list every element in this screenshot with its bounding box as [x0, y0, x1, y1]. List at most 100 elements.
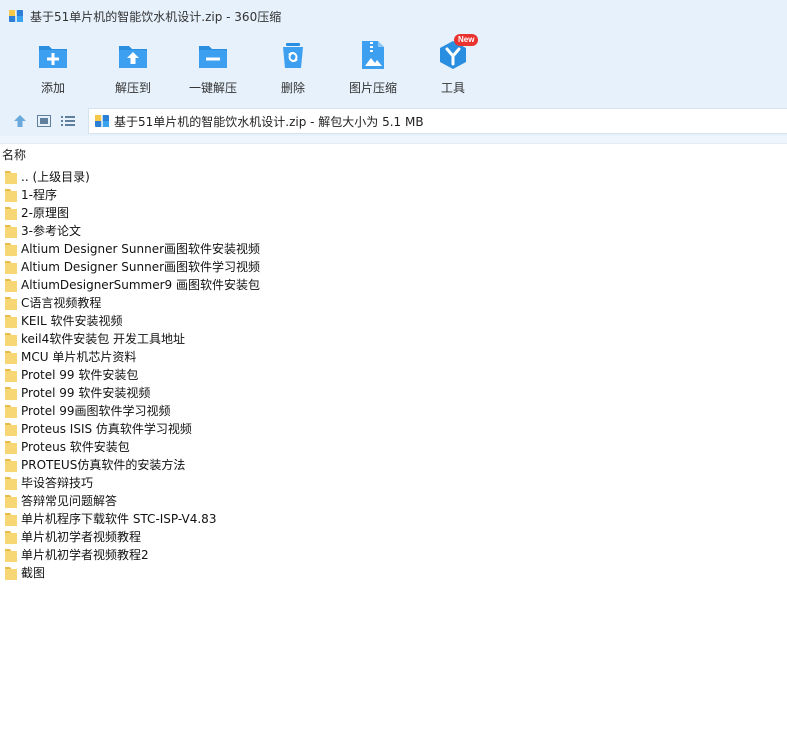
folder-icon — [4, 529, 18, 545]
folder-row[interactable]: AltiumDesignerSummer9 画图软件安装包 — [0, 276, 787, 294]
folder-icon — [4, 187, 18, 203]
folder-row[interactable]: 单片机初学者视频教程 — [0, 528, 787, 546]
folder-row[interactable]: 单片机初学者视频教程2 — [0, 546, 787, 564]
folder-row[interactable]: 截图 — [0, 564, 787, 582]
folder-icon — [4, 223, 18, 239]
folder-name: keil4软件安装包 开发工具地址 — [21, 332, 186, 346]
folder-icon — [4, 169, 18, 185]
separator — [0, 136, 787, 144]
extract-to-button[interactable]: 解压到 — [93, 36, 173, 100]
parent-directory-row[interactable]: .. (上级目录) — [0, 168, 787, 186]
title-bar: 基于51单片机的智能饮水机设计.zip - 360压缩 — [0, 0, 787, 32]
archive-file-icon — [94, 113, 110, 129]
folder-icon — [4, 331, 18, 347]
folder-name: Proteus ISIS 仿真软件学习视频 — [21, 422, 192, 436]
image-compress-label: 图片压缩 — [348, 81, 397, 95]
tools-icon: New — [436, 34, 479, 72]
archive-app-icon — [8, 8, 24, 24]
image-compress-icon — [356, 38, 390, 72]
path-text: 基于51单片机的智能饮水机设计.zip - 解包大小为 5.1 MB — [114, 114, 424, 129]
folder-row[interactable]: Protel 99画图软件学习视频 — [0, 402, 787, 420]
folder-name: Altium Designer Sunner画图软件学习视频 — [21, 260, 261, 274]
folder-name: 2-原理图 — [21, 206, 69, 220]
top-panel: 基于51单片机的智能饮水机设计.zip - 360压缩 添加 解压到 一键解压 … — [0, 0, 787, 106]
add-icon — [36, 38, 70, 72]
up-level-button[interactable] — [8, 109, 32, 133]
folder-row[interactable]: 2-原理图 — [0, 204, 787, 222]
folder-row[interactable]: PROTEUS仿真软件的安装方法 — [0, 456, 787, 474]
extract-to-label: 解压到 — [114, 81, 151, 95]
folder-name: Protel 99 软件安装包 — [21, 368, 139, 382]
folder-icon — [4, 277, 18, 293]
folder-row[interactable]: Protel 99 软件安装包 — [0, 366, 787, 384]
toolbar: 添加 解压到 一键解压 删除 图片压缩 New 工具 — [0, 34, 493, 100]
folder-row[interactable]: Proteus ISIS 仿真软件学习视频 — [0, 420, 787, 438]
folder-row[interactable]: 毕设答辩技巧 — [0, 474, 787, 492]
folder-icon — [4, 547, 18, 563]
folder-name: KEIL 软件安装视频 — [21, 314, 123, 328]
image-compress-button[interactable]: 图片压缩 — [333, 36, 413, 100]
folder-name: 毕设答辩技巧 — [21, 476, 94, 490]
tools-button[interactable]: New 工具 — [413, 34, 493, 100]
folder-icon — [4, 457, 18, 473]
folder-row[interactable]: 1-程序 — [0, 186, 787, 204]
delete-icon — [276, 38, 310, 72]
one-click-extract-button[interactable]: 一键解压 — [173, 36, 253, 100]
folder-name: MCU 单片机芯片资料 — [21, 350, 137, 364]
folder-row[interactable]: 单片机程序下载软件 STC-ISP-V4.83 — [0, 510, 787, 528]
list-view-button[interactable] — [56, 109, 80, 133]
folder-icon — [4, 367, 18, 383]
folder-row[interactable]: MCU 单片机芯片资料 — [0, 348, 787, 366]
app-window: 基于51单片机的智能饮水机设计.zip - 360压缩 添加 解压到 一键解压 … — [0, 0, 787, 738]
folder-name: 1-程序 — [21, 188, 57, 202]
folder-icon — [4, 313, 18, 329]
folder-row[interactable]: Protel 99 软件安装视频 — [0, 384, 787, 402]
folder-name: 单片机初学者视频教程 — [21, 530, 142, 544]
folder-row[interactable]: Altium Designer Sunner画图软件安装视频 — [0, 240, 787, 258]
tools-label: 工具 — [440, 81, 465, 95]
add-label: 添加 — [40, 81, 65, 95]
folder-name: Altium Designer Sunner画图软件安装视频 — [21, 242, 261, 256]
folder-name: Protel 99 软件安装视频 — [21, 386, 151, 400]
folder-icon — [4, 241, 18, 257]
folder-row[interactable]: keil4软件安装包 开发工具地址 — [0, 330, 787, 348]
folder-icon — [4, 511, 18, 527]
thumbnail-view-button[interactable] — [32, 109, 56, 133]
thumbnail-view-icon — [37, 115, 51, 127]
folder-name: AltiumDesignerSummer9 画图软件安装包 — [21, 278, 260, 292]
folder-name: 答辩常见问题解答 — [21, 494, 118, 508]
folder-icon — [4, 439, 18, 455]
folder-icon — [4, 421, 18, 437]
new-badge: New — [454, 34, 479, 46]
column-name-header[interactable]: 名称 — [0, 146, 787, 164]
folder-icon — [4, 295, 18, 311]
folder-row[interactable]: Proteus 软件安装包 — [0, 438, 787, 456]
delete-button[interactable]: 删除 — [253, 36, 333, 100]
folder-row[interactable]: 3-参考论文 — [0, 222, 787, 240]
folder-name: Protel 99画图软件学习视频 — [21, 404, 171, 418]
delete-label: 删除 — [280, 81, 305, 95]
folder-name: 截图 — [21, 566, 46, 580]
folder-name: 单片机程序下载软件 STC-ISP-V4.83 — [21, 512, 217, 526]
arrow-up-icon — [14, 115, 26, 127]
extract-to-icon — [116, 38, 150, 72]
folder-row[interactable]: KEIL 软件安装视频 — [0, 312, 787, 330]
folder-name: .. (上级目录) — [21, 170, 90, 184]
folder-row[interactable]: Altium Designer Sunner画图软件学习视频 — [0, 258, 787, 276]
path-field[interactable]: 基于51单片机的智能饮水机设计.zip - 解包大小为 5.1 MB — [88, 108, 787, 134]
folder-icon — [4, 493, 18, 509]
folder-icon — [4, 565, 18, 581]
add-button[interactable]: 添加 — [13, 36, 93, 100]
folder-name: Proteus 软件安装包 — [21, 440, 130, 454]
folder-name: PROTEUS仿真软件的安装方法 — [21, 458, 186, 472]
folder-row[interactable]: C语言视频教程 — [0, 294, 787, 312]
window-title: 基于51单片机的智能饮水机设计.zip - 360压缩 — [30, 9, 282, 24]
folder-icon — [4, 385, 18, 401]
file-list: .. (上级目录) 1-程序 2-原理图 3-参考论文 Altium Designer … — [0, 168, 787, 582]
folder-row[interactable]: 答辩常见问题解答 — [0, 492, 787, 510]
folder-icon — [4, 403, 18, 419]
folder-name: 单片机初学者视频教程2 — [21, 548, 149, 562]
folder-icon — [4, 349, 18, 365]
folder-icon — [4, 259, 18, 275]
list-view-icon — [61, 116, 75, 126]
